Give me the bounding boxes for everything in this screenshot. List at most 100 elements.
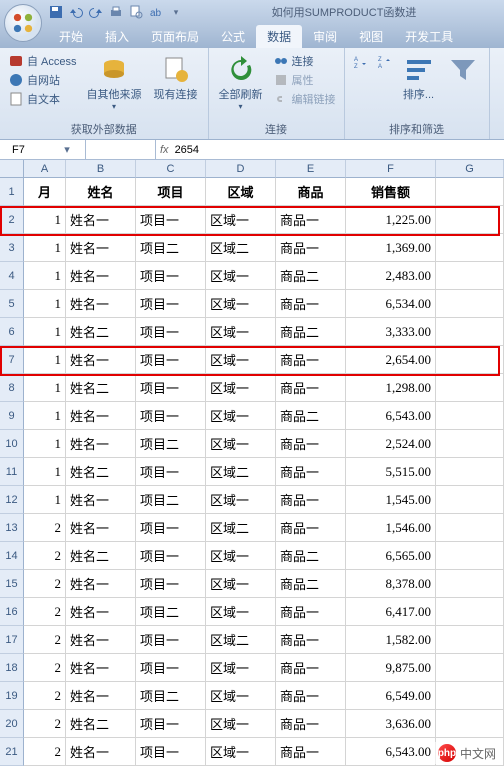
cell[interactable]: 项目一 bbox=[136, 402, 206, 430]
cell[interactable]: 2 bbox=[24, 710, 66, 738]
cell[interactable]: 1,582.00 bbox=[346, 626, 436, 654]
cell[interactable]: 2 bbox=[24, 654, 66, 682]
cell[interactable]: 项目二 bbox=[136, 430, 206, 458]
row-header[interactable]: 3 bbox=[0, 234, 24, 262]
cell[interactable]: 姓名二 bbox=[66, 458, 136, 486]
from-web-button[interactable]: 自网站 bbox=[6, 71, 79, 89]
cell[interactable]: 商品一 bbox=[276, 206, 346, 234]
cell[interactable]: 1 bbox=[24, 486, 66, 514]
cell[interactable]: 姓名一 bbox=[66, 598, 136, 626]
cell[interactable]: 2 bbox=[24, 738, 66, 766]
cell[interactable] bbox=[436, 402, 504, 430]
cell[interactable]: 区域一 bbox=[206, 598, 276, 626]
row-header[interactable]: 6 bbox=[0, 318, 24, 346]
cell[interactable] bbox=[436, 514, 504, 542]
cell[interactable] bbox=[436, 570, 504, 598]
cell[interactable] bbox=[436, 206, 504, 234]
cell[interactable]: 2,654.00 bbox=[346, 346, 436, 374]
print-icon[interactable] bbox=[108, 4, 124, 20]
cell[interactable]: 项目一 bbox=[136, 346, 206, 374]
col-header-G[interactable]: G bbox=[436, 160, 504, 178]
cell[interactable]: 项目一 bbox=[136, 206, 206, 234]
cell[interactable] bbox=[436, 430, 504, 458]
row-header[interactable]: 1 bbox=[0, 178, 24, 206]
row-header[interactable]: 2 bbox=[0, 206, 24, 234]
qat-dropdown-icon[interactable]: ▾ bbox=[168, 4, 184, 20]
row-header[interactable]: 17 bbox=[0, 626, 24, 654]
cell[interactable] bbox=[436, 346, 504, 374]
cell[interactable]: 姓名二 bbox=[66, 710, 136, 738]
cell[interactable]: 区域一 bbox=[206, 290, 276, 318]
cell[interactable] bbox=[436, 262, 504, 290]
cell[interactable]: 2,483.00 bbox=[346, 262, 436, 290]
filter-button[interactable] bbox=[443, 52, 483, 88]
row-header[interactable]: 19 bbox=[0, 682, 24, 710]
cell[interactable]: 姓名一 bbox=[66, 570, 136, 598]
cell[interactable]: 项目二 bbox=[136, 234, 206, 262]
cell[interactable]: 6,543.00 bbox=[346, 402, 436, 430]
sort-button[interactable]: 排序... bbox=[399, 52, 439, 104]
cell[interactable]: 1 bbox=[24, 234, 66, 262]
cell[interactable]: 商品一 bbox=[276, 654, 346, 682]
name-box-input[interactable] bbox=[0, 144, 60, 156]
undo-icon[interactable] bbox=[68, 4, 84, 20]
cell[interactable] bbox=[436, 710, 504, 738]
cell[interactable]: 商品一 bbox=[276, 234, 346, 262]
cell[interactable]: 区域一 bbox=[206, 710, 276, 738]
cell[interactable]: 商品一 bbox=[276, 682, 346, 710]
cell[interactable]: 1 bbox=[24, 374, 66, 402]
cell[interactable]: 区域二 bbox=[206, 458, 276, 486]
cell[interactable]: 商品二 bbox=[276, 402, 346, 430]
row-header[interactable]: 7 bbox=[0, 346, 24, 374]
cell[interactable]: 商品一 bbox=[276, 290, 346, 318]
cell[interactable]: 姓名二 bbox=[66, 374, 136, 402]
cell[interactable]: 商品一 bbox=[276, 374, 346, 402]
cell[interactable]: 区域一 bbox=[206, 262, 276, 290]
col-header-E[interactable]: E bbox=[276, 160, 346, 178]
cell[interactable] bbox=[436, 486, 504, 514]
cell[interactable]: 6,417.00 bbox=[346, 598, 436, 626]
spell-icon[interactable]: ab bbox=[148, 4, 164, 20]
cell[interactable]: 区域一 bbox=[206, 570, 276, 598]
row-header[interactable]: 18 bbox=[0, 654, 24, 682]
row-header[interactable]: 9 bbox=[0, 402, 24, 430]
row-header[interactable]: 20 bbox=[0, 710, 24, 738]
refresh-all-button[interactable]: 全部刷新 ▾ bbox=[215, 52, 267, 113]
cell[interactable]: 1 bbox=[24, 402, 66, 430]
sort-za-button[interactable]: ZA bbox=[375, 52, 395, 72]
cell[interactable]: 商品一 bbox=[276, 626, 346, 654]
tab-公式[interactable]: 公式 bbox=[210, 25, 256, 48]
cell[interactable]: 1,546.00 bbox=[346, 514, 436, 542]
cell[interactable]: 3,636.00 bbox=[346, 710, 436, 738]
cell[interactable]: 2 bbox=[24, 626, 66, 654]
cell[interactable]: 6,549.00 bbox=[346, 682, 436, 710]
header-cell[interactable]: 姓名 bbox=[66, 178, 136, 206]
connections-button[interactable]: 连接 bbox=[271, 52, 338, 70]
cell[interactable]: 商品一 bbox=[276, 710, 346, 738]
cell[interactable]: 区域二 bbox=[206, 514, 276, 542]
tab-开始[interactable]: 开始 bbox=[48, 25, 94, 48]
cell[interactable]: 商品二 bbox=[276, 542, 346, 570]
tab-数据[interactable]: 数据 bbox=[256, 25, 302, 48]
cell[interactable]: 项目一 bbox=[136, 542, 206, 570]
cell[interactable]: 商品一 bbox=[276, 458, 346, 486]
col-header-D[interactable]: D bbox=[206, 160, 276, 178]
save-icon[interactable] bbox=[48, 4, 64, 20]
tab-视图[interactable]: 视图 bbox=[348, 25, 394, 48]
cell[interactable]: 1 bbox=[24, 430, 66, 458]
header-cell[interactable]: 月 bbox=[24, 178, 66, 206]
cell[interactable] bbox=[436, 234, 504, 262]
from-access-button[interactable]: 自 Access bbox=[6, 52, 79, 70]
properties-button[interactable]: 属性 bbox=[271, 71, 338, 89]
cell[interactable]: 商品二 bbox=[276, 262, 346, 290]
cell[interactable]: 姓名一 bbox=[66, 234, 136, 262]
name-box-dropdown-icon[interactable]: ▾ bbox=[60, 143, 74, 156]
cell[interactable]: 2 bbox=[24, 682, 66, 710]
cell[interactable]: 1,369.00 bbox=[346, 234, 436, 262]
cell[interactable]: 2 bbox=[24, 598, 66, 626]
col-header-A[interactable]: A bbox=[24, 160, 66, 178]
office-button[interactable] bbox=[4, 4, 42, 42]
cell[interactable]: 商品一 bbox=[276, 346, 346, 374]
tab-页面布局[interactable]: 页面布局 bbox=[140, 25, 210, 48]
header-cell[interactable]: 项目 bbox=[136, 178, 206, 206]
